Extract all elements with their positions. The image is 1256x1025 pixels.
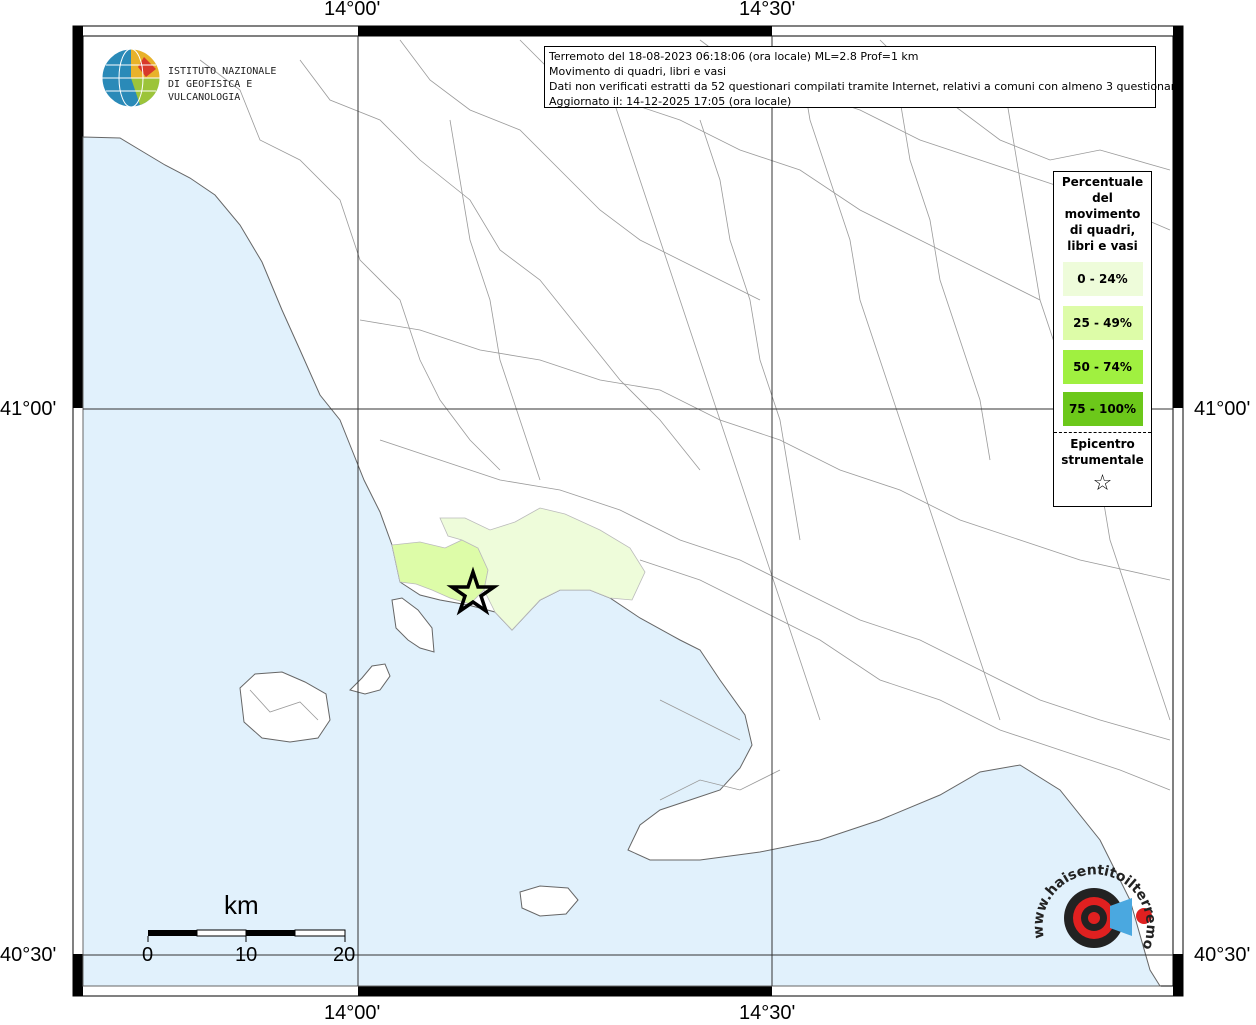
star-icon: ☆ (1092, 471, 1113, 496)
legend-epicenter-label: Epicentro strumentale (1054, 436, 1151, 468)
legend-separator (1054, 432, 1151, 433)
legend-class-75-100: 75 - 100% (1062, 392, 1143, 426)
lat-label-left-40-30: 40°30' (0, 944, 57, 966)
legend-epicenter-line: Epicentro (1070, 437, 1135, 451)
legend-class-25-49: 25 - 49% (1062, 306, 1143, 340)
info-effect: Movimento di quadri, libri e vasi (549, 65, 727, 78)
globe-icon (101, 48, 161, 108)
scale-unit: km (224, 890, 259, 920)
haisentito-logo: www.haisentitoilterremoto.it (1025, 846, 1159, 976)
scale-tick-20: 20 (333, 944, 356, 966)
legend-title-line: movimento (1064, 207, 1141, 221)
lat-label-right-40-30: 40°30' (1194, 944, 1251, 966)
earthquake-info-box: Terremoto del 18-08-2023 06:18:06 (ora l… (544, 46, 1182, 108)
logo-line2: DI GEOFISICA E VULCANOLOGIA (168, 79, 253, 103)
lon-label-bottom-14-00: 14°00' (324, 1002, 381, 1024)
legend-title-line: libri e vasi (1067, 239, 1138, 253)
scale-tick-0: 0 (142, 944, 154, 966)
lat-label-right-41-00: 41°00' (1194, 398, 1251, 420)
info-event: Terremoto del 18-08-2023 06:18:06 (ora l… (549, 50, 919, 63)
legend-epicenter-line: strumentale (1061, 453, 1144, 467)
lon-label-bottom-14-30: 14°30' (739, 1002, 796, 1024)
target-icon: www.haisentitoilterremoto.it (1025, 846, 1159, 952)
info-disclaimer: Dati non verificati estratti da 52 quest… (549, 80, 1182, 93)
lon-label-top-14-30: 14°30' (739, 0, 796, 20)
legend-title-line: Percentuale (1061, 175, 1144, 189)
lon-label-top-14-00: 14°00' (324, 0, 381, 20)
logo-line1: ISTITUTO NAZIONALE (168, 66, 277, 77)
legend: Percentuale del movimento di quadri, lib… (1053, 171, 1152, 507)
legend-class-0-24: 0 - 24% (1062, 262, 1143, 296)
scale-tick-10: 10 (235, 944, 258, 966)
legend-title-line: del (1092, 191, 1113, 205)
info-updated: Aggiornato il: 14-12-2025 17:05 (ora loc… (549, 95, 792, 108)
legend-title-line: di quadri, (1069, 223, 1136, 237)
legend-title: Percentuale del movimento di quadri, lib… (1054, 172, 1151, 254)
lat-label-left-41-00: 41°00' (0, 398, 57, 420)
legend-class-50-74: 50 - 74% (1062, 350, 1143, 384)
ingv-logo: ISTITUTO NAZIONALE DI GEOFISICA E VULCAN… (100, 47, 320, 111)
